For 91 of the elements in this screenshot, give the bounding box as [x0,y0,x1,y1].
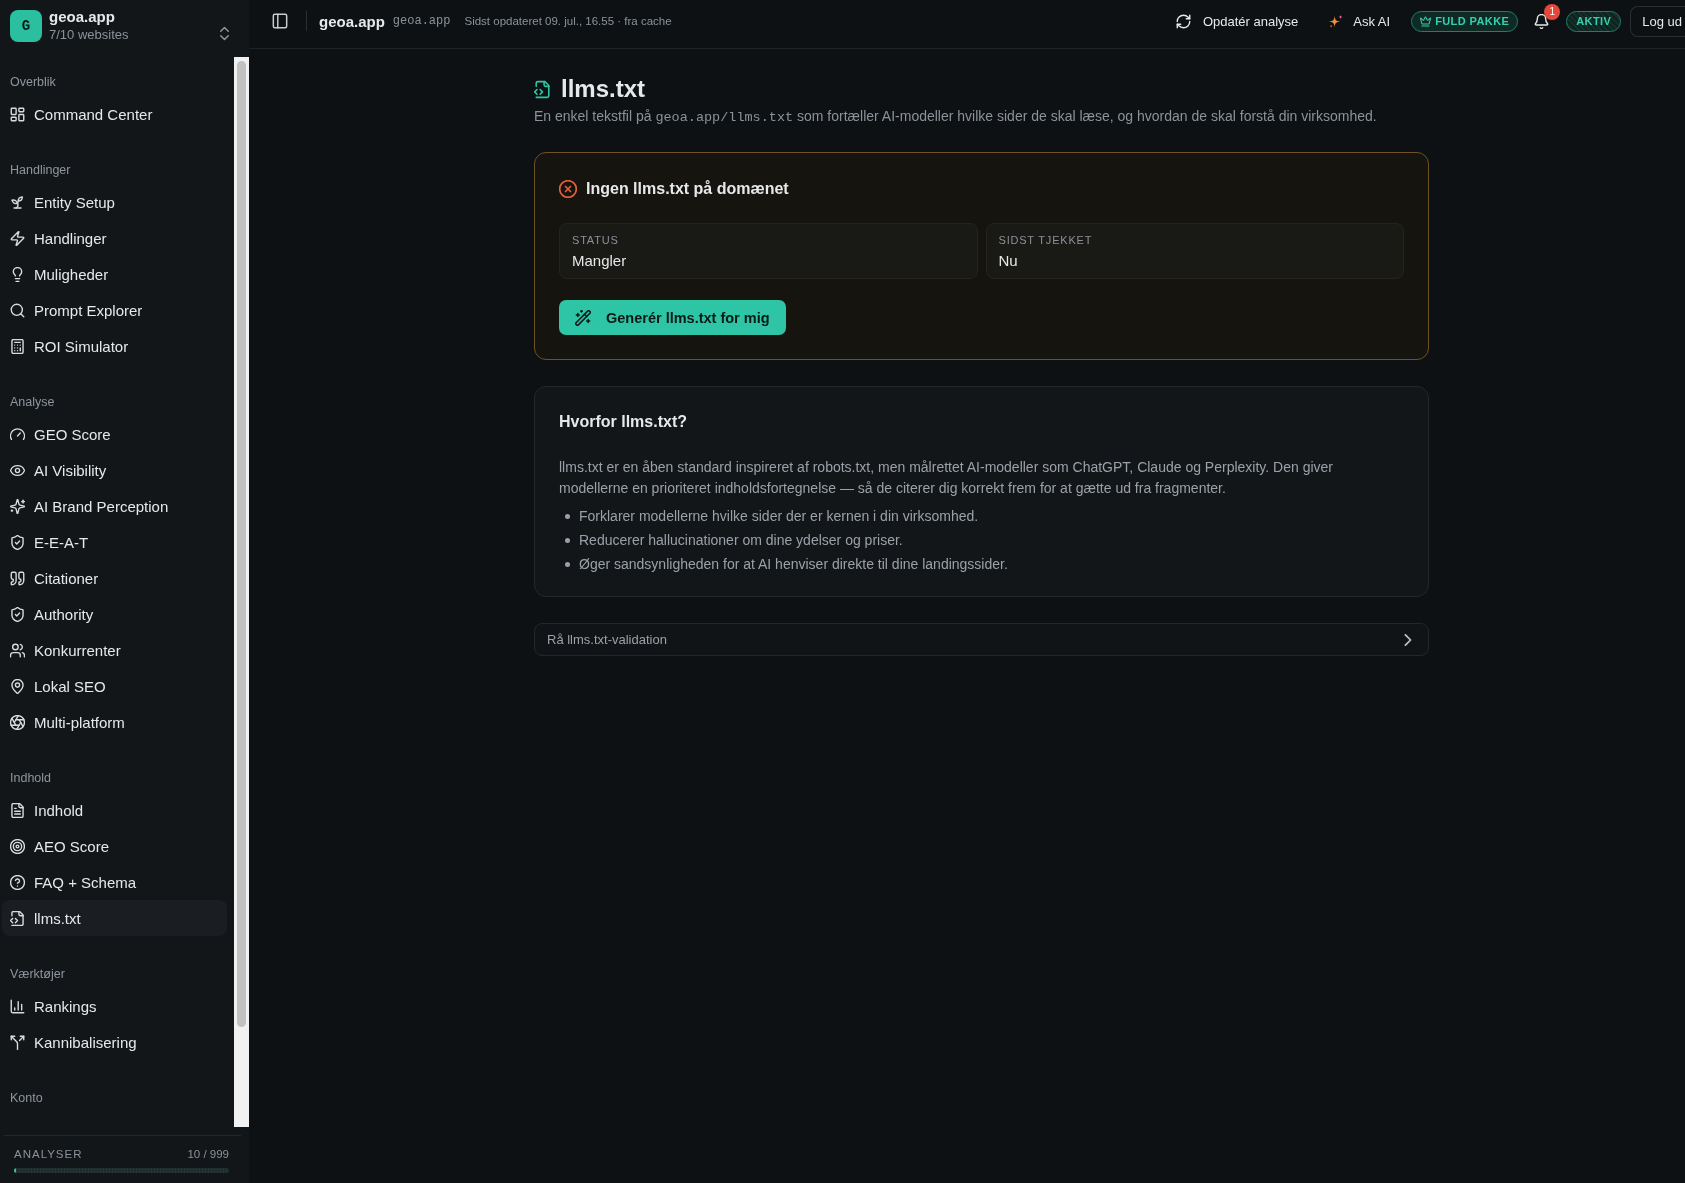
nav-item[interactable]: AEO Score [2,828,118,864]
map-pin-icon [10,678,25,694]
nav-item[interactable]: Kannibalisering [2,1024,145,1060]
users-icon [10,642,25,658]
nav-item[interactable]: Entity Setup [2,184,123,220]
chevron-up-down-icon[interactable] [220,26,229,41]
workspace-subtitle: 7/10 websites [49,26,129,43]
crown-icon [1420,15,1432,27]
logout-button[interactable]: Log ud [1630,5,1685,37]
usage-reading: 10 / 999 [187,1147,229,1161]
info-paragraph: llms.txt er en åben standard inspireret af robots.txt, men målrettet AI-modeller som ChatGPT, Claude og Perplexity. Den giver modellerne en prioriteret indholdsfortegnelse — så de citerer dig korrekt frem for at gætte ud fra fragmenter. [559,458,1334,498]
workspace-logo: G [10,10,42,42]
gauge-icon [10,426,25,442]
card-heading: Hvorfor llms.txt? [559,412,688,432]
nav-item[interactable]: Lokal SEO [2,668,114,704]
status-badge: AKTIV [1566,10,1622,32]
section-heading: Analyse [9,394,55,411]
nav-item[interactable]: Handlinger [2,220,115,256]
nav-item[interactable]: Konkurrenter [2,632,129,668]
nav-item[interactable]: Authority [2,596,102,632]
nav-item[interactable]: GEO Score [2,416,119,452]
nav-item[interactable]: AI Visibility [2,452,115,488]
bullet-text: Forklarer modellerne hvilke sider der er kernen i din virksomhed. [579,507,979,526]
question-icon [10,874,25,890]
bullet-text: Øger sandsynligheden for at AI henviser direkte til dine landingssider. [579,555,1008,574]
nav-item[interactable]: llms.txt [2,900,227,936]
usage-label: ANALYSER [14,1147,83,1161]
nav-item[interactable]: Rankings [2,988,105,1024]
dashboard-icon [10,106,25,122]
nav-item[interactable]: FAQ + Schema [2,864,145,900]
section-heading: Indhold [9,770,51,787]
calculator-icon [10,338,25,354]
last-updated-text: Sidst opdateret 09. jul., 16.55 · fra cache [464,15,672,27]
scrollbar-thumb[interactable] [237,61,246,1028]
shield-check-icon [10,534,25,550]
workspace-name: geoa.app [49,8,116,26]
plan-badge-text: FULD PAKKE [1435,15,1510,27]
domain-text: geoa.app [392,14,451,28]
bullet-dot-icon [565,561,570,567]
card-heading: Ingen llms.txt på domænet [586,179,789,199]
stat-value: Mangler [572,251,627,271]
nav-item[interactable]: ROI Simulator [2,328,137,364]
site-name: geoa.app [319,12,385,30]
eye-icon [10,462,25,478]
notification-count: 1 [1544,3,1561,20]
section-heading: Konto [9,1090,43,1107]
refresh-icon [1175,13,1191,29]
magic-wand-icon [575,309,591,326]
nav-item[interactable]: Muligheder [2,256,117,292]
sidebar-toggle-button[interactable] [272,13,288,29]
nav-item[interactable]: Indhold [2,792,92,828]
section-heading: Overblik [9,74,56,91]
page-description: En enkel tekstfil på geoa.app/llms.txt som fortæller AI-modeller hvilke sider de skal læse, og hvordan de skal forstå din virksomhed. [534,107,1378,127]
bar-chart-icon [10,998,25,1014]
target-icon [10,838,25,854]
quote-icon [10,570,25,586]
nav-item[interactable]: Citationer [2,560,107,596]
stat-label: SIDST TJEKKET [998,233,1093,247]
bullet-dot-icon [565,513,570,519]
section-heading: Handlinger [9,162,71,179]
sparkle-icon [1329,13,1344,29]
page-title: llms.txt [561,74,646,104]
nav-item[interactable]: Prompt Explorer [2,292,151,328]
document-icon [10,802,25,818]
nav-item[interactable]: Multi-platform [2,704,133,740]
refresh-analysis-button[interactable]: Opdatér analyse [1175,13,1299,29]
split-arrow-icon [10,1034,25,1050]
ask-ai-button[interactable]: Ask AI [1329,13,1391,29]
search-icon [10,302,25,318]
validation-toggle[interactable]: Rå llms.txt-validation [534,623,1429,656]
file-code-icon [10,910,25,926]
nav-item[interactable]: AI Brand Perception [2,488,177,524]
aperture-icon [10,714,25,730]
bullet-text: Reducerer hallucinationer om dine ydelser og priser. [579,531,903,550]
panel-layout-icon [272,13,288,29]
stat-label: STATUS [572,233,619,247]
stat-value: Nu [998,251,1018,271]
sprout-icon [10,194,25,210]
bell-icon [1534,13,1550,29]
bullet-dot-icon [565,537,570,543]
file-code-icon [534,79,551,99]
shield-check-icon [10,606,25,622]
lightning-icon [10,230,25,246]
scrollbar-track[interactable] [234,57,249,1127]
chevron-right-icon [1402,633,1414,646]
sparkles-icon [10,498,25,514]
section-heading: Værktøjer [9,966,65,983]
nav-item[interactable]: E-E-A-T [2,524,97,560]
generate-button[interactable]: Generér llms.txt for mig [559,300,786,335]
lightbulb-icon [10,266,25,282]
nav-item[interactable]: Command Center [2,96,161,132]
